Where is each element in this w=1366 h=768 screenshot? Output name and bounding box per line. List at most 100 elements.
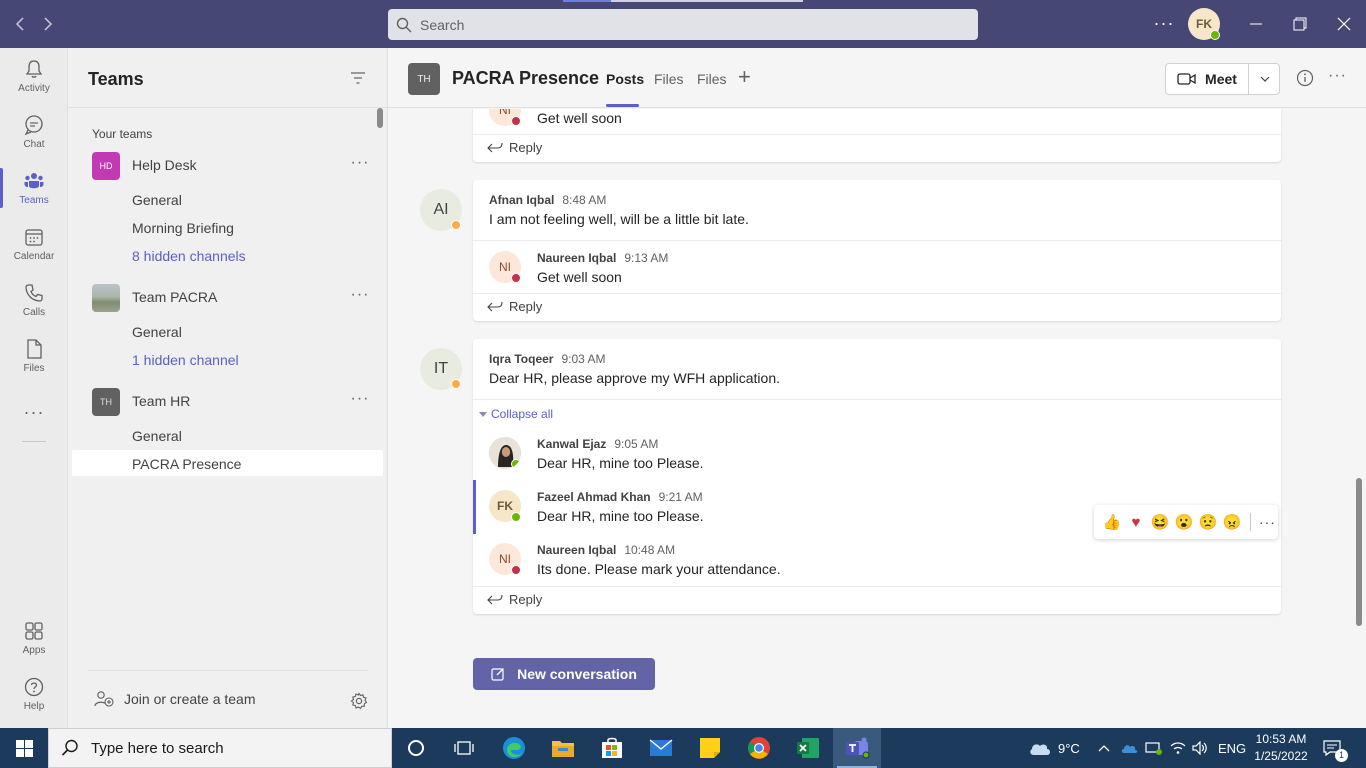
reply-button[interactable]: Reply: [487, 592, 542, 607]
task-view-icon[interactable]: [440, 728, 488, 768]
rail-label: Apps: [22, 645, 46, 656]
panel-scrollbar[interactable]: [377, 108, 383, 128]
rail-item-apps[interactable]: Apps: [0, 610, 68, 666]
rail-more-apps-icon[interactable]: ···: [0, 384, 68, 440]
rail-item-calls[interactable]: Calls: [0, 272, 68, 328]
search-box[interactable]: [388, 9, 978, 40]
post-meta: Iqra Toqeer 9:03 AM: [489, 352, 606, 366]
channel-item-pacra-presence[interactable]: PACRA Presence: [132, 456, 241, 472]
rail-item-chat[interactable]: Chat: [0, 104, 68, 160]
rail-label: Files: [23, 363, 45, 374]
filter-icon[interactable]: [350, 70, 366, 86]
taskbar-search-placeholder: Type here to search: [91, 739, 224, 757]
join-create-team-button[interactable]: Join or create a team: [94, 690, 256, 708]
team-item-team-hr[interactable]: TH Team HR ···: [68, 384, 384, 420]
collapse-all-button[interactable]: Collapse all: [479, 407, 553, 421]
team-item-team-pacra[interactable]: Team PACRA ···: [68, 280, 384, 316]
weather-widget[interactable]: 9°C: [1028, 728, 1080, 768]
hidden-channels-link[interactable]: 8 hidden channels: [132, 248, 246, 264]
team-item-help-desk[interactable]: HD Help Desk ···: [68, 148, 384, 184]
microsoft-store-icon[interactable]: [588, 728, 636, 768]
teams-taskbar-icon[interactable]: [833, 728, 881, 768]
gear-icon[interactable]: [350, 692, 368, 710]
hidden-channels-link[interactable]: 1 hidden channel: [132, 352, 239, 368]
onedrive-icon[interactable]: [1120, 728, 1138, 768]
reply-button[interactable]: Reply: [487, 140, 542, 155]
conversation-scrollbar[interactable]: [1356, 478, 1362, 626]
user-avatar[interactable]: FK: [1188, 8, 1220, 40]
presence-busy-icon: [511, 565, 521, 575]
tab-files-2[interactable]: Files: [697, 71, 727, 87]
reply-meta: Kanwal Ejaz 9:05 AM: [537, 437, 658, 451]
author-avatar: IT: [420, 348, 462, 390]
taskbar-search-box[interactable]: Type here to search: [48, 728, 392, 768]
windows-start-icon[interactable]: [0, 728, 48, 768]
channel-item-general[interactable]: General: [132, 428, 182, 444]
rail-item-teams[interactable]: Teams: [0, 160, 68, 216]
more-options-icon[interactable]: ···: [1328, 67, 1348, 87]
info-icon[interactable]: [1296, 69, 1314, 87]
rail-item-files[interactable]: Files: [0, 328, 68, 384]
rail-item-help[interactable]: Help: [0, 666, 68, 722]
new-conversation-button[interactable]: New conversation: [473, 658, 655, 690]
chrome-icon[interactable]: [735, 728, 783, 768]
sticky-notes-icon[interactable]: [686, 728, 734, 768]
edge-browser-icon[interactable]: [490, 728, 538, 768]
heart-reaction-icon[interactable]: ♥: [1124, 511, 1148, 533]
file-explorer-icon[interactable]: [539, 728, 587, 768]
speaker-icon[interactable]: [1192, 728, 1208, 768]
excel-icon[interactable]: [784, 728, 832, 768]
restore-icon[interactable]: [1288, 12, 1312, 36]
reply-arrow-icon: [487, 142, 503, 152]
add-tab-plus-icon[interactable]: +: [738, 66, 758, 88]
presence-busy-icon: [511, 116, 521, 126]
chevron-down-icon[interactable]: [1249, 64, 1280, 94]
chat-icon: [24, 115, 43, 136]
surprised-reaction-icon[interactable]: 😮: [1172, 511, 1196, 533]
rail-label: Chat: [23, 139, 45, 150]
mail-icon[interactable]: [637, 728, 685, 768]
wifi-icon[interactable]: [1170, 728, 1186, 768]
presence-available-icon: [1210, 30, 1220, 40]
channel-item-general[interactable]: General: [132, 192, 182, 208]
like-reaction-icon[interactable]: 👍: [1100, 511, 1124, 533]
back-arrow-icon[interactable]: [8, 12, 32, 36]
more-options-icon[interactable]: ···: [1257, 514, 1278, 530]
language-indicator[interactable]: ENG: [1218, 728, 1246, 768]
more-options-icon[interactable]: ···: [350, 390, 370, 410]
app-rail: Activity Chat Teams Calendar Calls Files…: [0, 48, 68, 728]
reply-button[interactable]: Reply: [487, 299, 542, 314]
forward-arrow-icon[interactable]: [36, 12, 60, 36]
reply-message: Get well soon: [537, 269, 622, 285]
post-card: Iqra Toqeer 9:03 AM Dear HR, please appro…: [473, 339, 1281, 614]
meet-button[interactable]: Meet: [1166, 64, 1248, 94]
network-icon[interactable]: [1145, 728, 1163, 768]
author-avatar: AI: [420, 189, 462, 231]
tab-posts[interactable]: Posts: [606, 71, 644, 87]
rail-item-calendar[interactable]: Calendar: [0, 216, 68, 272]
tab-files[interactable]: Files: [654, 71, 684, 87]
reply-divider: [473, 134, 1281, 135]
cortana-icon[interactable]: [392, 728, 440, 768]
channel-item-general[interactable]: General: [132, 324, 182, 340]
chevron-up-icon[interactable]: [1098, 728, 1110, 768]
rail-item-activity[interactable]: Activity: [0, 48, 68, 104]
reply-message: Its done. Please mark your attendance.: [537, 561, 781, 577]
laugh-reaction-icon[interactable]: 😆: [1148, 511, 1172, 533]
new-conversation-label: New conversation: [517, 666, 637, 682]
post-divider: [473, 240, 1281, 241]
more-options-icon[interactable]: ···: [350, 154, 370, 174]
sad-reaction-icon[interactable]: 😟: [1196, 511, 1220, 533]
rail-divider: [22, 441, 46, 442]
close-icon[interactable]: [1332, 12, 1356, 36]
notification-center-icon[interactable]: 1: [1322, 728, 1348, 768]
weather-temp: 9°C: [1058, 740, 1080, 756]
minimize-icon[interactable]: [1244, 12, 1268, 36]
taskbar-clock[interactable]: 10:53 AM 1/25/2022: [1246, 731, 1316, 765]
search-input[interactable]: [420, 16, 960, 33]
rail-label: Calendar: [13, 251, 55, 262]
channel-item-morning-briefing[interactable]: Morning Briefing: [132, 220, 234, 236]
more-options-icon[interactable]: ···: [350, 286, 370, 306]
angry-reaction-icon[interactable]: 😠: [1220, 511, 1244, 533]
settings-more-icon[interactable]: ···: [1152, 12, 1176, 36]
